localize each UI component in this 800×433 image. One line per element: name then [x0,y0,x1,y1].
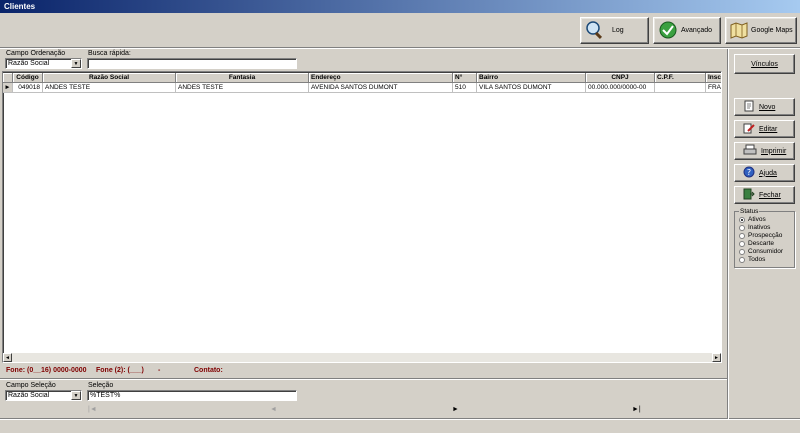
radio-icon[interactable] [739,224,745,231]
svg-text:?: ? [747,168,751,177]
ordenacao-select[interactable]: Razão Social ▼ [5,58,82,69]
col-header-cpf[interactable]: C.P.F. [655,73,706,83]
editar-label: Editar [759,125,778,133]
chevron-down-icon[interactable]: ▼ [71,391,81,400]
busca-label: Busca rápida: [88,50,131,57]
status-option-prospeccao[interactable]: Prospecção [739,232,782,239]
radio-icon[interactable] [739,232,745,239]
status-title: Status [739,208,760,215]
row-indicator-header [3,73,13,83]
cell-endereco[interactable]: AVENIDA SANTOS DUMONT [309,83,453,93]
checkmark-icon [658,20,678,42]
status-option-ativos[interactable]: Ativos [739,216,766,223]
new-doc-icon [743,100,755,114]
chevron-down-icon[interactable]: ▼ [71,59,81,68]
novo-label: Novo [759,103,776,111]
campo-selecao-label: Campo Seleção [6,382,56,389]
google-maps-label: Google Maps [751,27,793,34]
divider [0,419,800,420]
fechar-label: Fechar [759,191,781,199]
ordenacao-label: Campo Ordenação [6,50,66,57]
scroll-left-icon[interactable]: ◄ [3,353,12,362]
status-option-label: Prospecção [748,232,783,239]
selecao-label: Seleção [88,382,114,389]
campo-selecao-select[interactable]: Razão Social ▼ [5,390,82,401]
status-option-label: Descarte [748,240,775,247]
status-option-label: Inativos [748,224,771,231]
exit-icon [743,188,755,202]
selecao-input[interactable]: %TEST% [87,390,297,401]
novo-button[interactable]: Novo [734,98,795,116]
help-icon: ? [743,166,755,180]
nav-last-button[interactable]: ►| [632,406,641,413]
status-option-label: Ativos [748,216,766,223]
editar-button[interactable]: Editar [734,120,795,138]
avancado-label: Avançado [681,27,713,34]
imprimir-button[interactable]: Imprimir [734,142,795,160]
fechar-button[interactable]: Fechar [734,186,795,204]
col-header-cnpj[interactable]: CNPJ [586,73,655,83]
status-group: Status Ativos Inativos Prospecção Descar… [734,208,795,268]
radio-icon[interactable] [739,248,745,255]
fone-text: Fone: (0__16) 0000-0000 [6,367,87,374]
map-icon [730,21,748,41]
cell-inscricao[interactable]: FRAN [706,83,721,93]
google-maps-button[interactable]: Google Maps [725,17,797,44]
col-header-endereco[interactable]: Endereço [309,73,453,83]
log-button[interactable]: Log [580,17,649,44]
printer-icon [743,144,757,158]
avancado-button[interactable]: Avançado [653,17,721,44]
contato-text: Contato: [194,367,223,374]
imprimir-label: Imprimir [761,147,787,155]
busca-input[interactable] [87,58,297,69]
radio-selected-icon[interactable] [739,216,745,223]
ajuda-label: Ajuda [759,169,777,177]
col-header-codigo[interactable]: Código [13,73,43,83]
fone2-text: Fone (2): (___) [96,367,144,374]
edit-icon [743,122,755,136]
panel-divider [728,49,729,419]
ordenacao-value: Razão Social [8,60,50,67]
separator-dash: - [158,367,161,374]
log-label: Log [612,27,624,34]
status-option-todos[interactable]: Todos [739,256,765,263]
nav-first-button[interactable]: |◄ [88,406,97,413]
cell-cpf[interactable] [655,83,706,93]
cell-cnpj[interactable]: 00.000.000/0000-00 [586,83,655,93]
col-header-bairro[interactable]: Bairro [477,73,586,83]
vinculos-label: Vínculos [751,60,778,68]
status-option-consumidor[interactable]: Consumidor [739,248,783,255]
status-option-inativos[interactable]: Inativos [739,224,770,231]
cell-fantasia[interactable]: ANDES TESTE [176,83,309,93]
divider [0,379,727,380]
status-option-descarte[interactable]: Descarte [739,240,774,247]
cell-razao-social[interactable]: ANDES TESTE [43,83,176,93]
nav-prev-button[interactable]: ◄ [270,406,277,413]
divider [0,48,800,49]
cell-bairro[interactable]: VILA SANTOS DUMONT [477,83,586,93]
status-option-label: Consumidor [748,248,784,255]
magnifier-icon [585,20,605,42]
col-header-fantasia[interactable]: Fantasia [176,73,309,83]
col-header-numero[interactable]: N° [453,73,477,83]
col-header-inscricao[interactable]: Inscrição [706,73,721,83]
ajuda-button[interactable]: ? Ajuda [734,164,795,182]
radio-icon[interactable] [739,240,745,247]
nav-next-button[interactable]: ► [452,406,459,413]
cell-numero[interactable]: 510 [453,83,477,93]
col-header-razao-social[interactable]: Razão Social [43,73,176,83]
row-selector-arrow-icon[interactable]: ► [3,83,13,93]
vinculos-button[interactable]: Vínculos [734,54,795,74]
cell-codigo[interactable]: 049018 [13,83,43,93]
status-option-label: Todos [748,256,766,263]
window-title: Clientes [0,0,800,13]
horizontal-scrollbar[interactable]: ◄ ► [3,353,721,362]
campo-selecao-value: Razão Social [8,392,50,399]
clients-grid[interactable]: Código Razão Social Fantasia Endereço N°… [2,71,722,363]
scroll-right-icon[interactable]: ► [712,353,721,362]
radio-icon[interactable] [739,256,745,263]
